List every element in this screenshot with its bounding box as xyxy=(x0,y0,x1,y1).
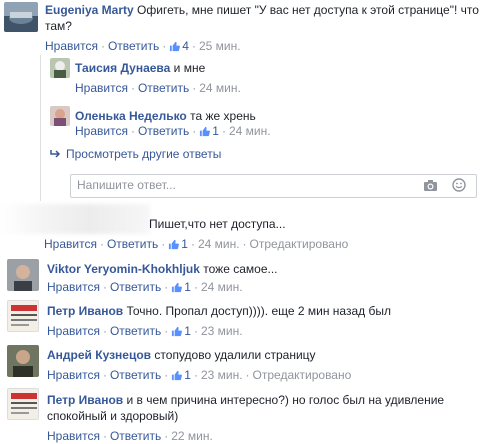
like-count[interactable]: 1 xyxy=(171,324,191,338)
comment-text: и в чем причина интересно?) но голос был… xyxy=(126,393,445,407)
avatar[interactable] xyxy=(7,300,39,332)
thumbs-up-icon xyxy=(172,370,183,381)
reply-button[interactable]: Ответить xyxy=(110,280,161,294)
view-more-replies-label: Просмотреть другие ответы xyxy=(66,147,222,161)
avatar[interactable] xyxy=(7,345,39,377)
like-count[interactable]: 1 xyxy=(168,237,188,251)
timestamp[interactable]: 25 мин. xyxy=(199,39,241,53)
comment-text-continued: спокойный и здоровый) xyxy=(47,409,179,423)
reply-input[interactable] xyxy=(71,175,377,195)
like-button[interactable]: Нравится xyxy=(47,324,100,338)
avatar[interactable] xyxy=(50,58,70,78)
reply-button[interactable]: Ответить xyxy=(110,324,161,338)
timestamp[interactable]: 22 мин. xyxy=(171,429,213,443)
timestamp[interactable]: 24 мин. xyxy=(199,81,241,95)
comment-text: Точно. Пропал доступ)))). еще 2 мин наза… xyxy=(126,304,391,318)
comment-text: стопудово удалили страницу xyxy=(154,348,316,362)
reply-text: и мне xyxy=(173,61,206,75)
like-button[interactable]: Нравится xyxy=(47,280,100,294)
thumbs-up-icon xyxy=(200,126,211,137)
reply-button[interactable]: Ответить xyxy=(108,39,159,53)
blurred-author xyxy=(0,204,150,234)
reply-button[interactable]: Ответить xyxy=(110,429,161,443)
reply-composer xyxy=(70,174,477,198)
reply-button[interactable]: Ответить xyxy=(110,368,161,382)
like-button[interactable]: Нравится xyxy=(75,81,128,95)
avatar[interactable] xyxy=(4,2,38,32)
timestamp[interactable]: 24 мин. xyxy=(198,237,240,251)
comment-author[interactable]: Петр Иванов xyxy=(47,393,123,407)
thumbs-up-icon xyxy=(172,282,183,293)
reply-button[interactable]: Ответить xyxy=(107,237,158,251)
avatar[interactable] xyxy=(7,388,39,420)
timestamp[interactable]: 23 мин. xyxy=(201,324,243,338)
thumbs-up-icon xyxy=(169,239,180,250)
reply-button[interactable]: Ответить xyxy=(138,81,189,95)
comment-author[interactable]: Андрей Кузнецов xyxy=(47,348,151,362)
like-button[interactable]: Нравится xyxy=(45,39,98,53)
reply-author[interactable]: Оленька Неделько xyxy=(75,109,187,123)
reply-text: та же хрень xyxy=(190,109,256,123)
reply-arrow-icon xyxy=(50,150,61,158)
view-more-replies[interactable]: Просмотреть другие ответы xyxy=(50,146,221,162)
like-count[interactable]: 4 xyxy=(169,39,189,53)
like-count[interactable]: 1 xyxy=(199,124,219,138)
avatar[interactable] xyxy=(50,106,70,126)
comment-author[interactable]: Viktor Yeryomin-Khokhljuk xyxy=(47,262,200,276)
timestamp[interactable]: 24 мин. xyxy=(201,280,243,294)
comment-text: Пишет,что нет доступа... xyxy=(149,217,286,231)
smiley-icon[interactable] xyxy=(452,178,466,192)
edited-label[interactable]: Отредактировано xyxy=(250,237,349,251)
avatar[interactable] xyxy=(7,259,39,291)
reply-author[interactable]: Таисия Дунаева xyxy=(75,61,170,75)
comment-author[interactable]: Петр Иванов xyxy=(47,304,123,318)
like-button[interactable]: Нравится xyxy=(75,124,128,138)
camera-icon[interactable] xyxy=(423,179,438,192)
comment-author[interactable]: Eugeniya Marty xyxy=(45,3,134,17)
comment-text: Офигеть, мне пишет "У вас нет доступа к … xyxy=(137,3,479,17)
like-count[interactable]: 1 xyxy=(171,368,191,382)
thumbs-up-icon xyxy=(172,326,183,337)
like-count[interactable]: 1 xyxy=(171,280,191,294)
timestamp[interactable]: 23 мин. xyxy=(201,368,243,382)
comment-text-continued: там? xyxy=(45,19,72,33)
timestamp[interactable]: 24 мин. xyxy=(229,124,271,138)
reply-button[interactable]: Ответить xyxy=(138,124,189,138)
comment-text: тоже самое... xyxy=(203,262,278,276)
thumbs-up-icon xyxy=(170,41,181,52)
like-button[interactable]: Нравится xyxy=(47,368,100,382)
like-button[interactable]: Нравится xyxy=(44,237,97,251)
edited-label[interactable]: Отредактировано xyxy=(253,368,352,382)
like-button[interactable]: Нравится xyxy=(47,429,100,443)
